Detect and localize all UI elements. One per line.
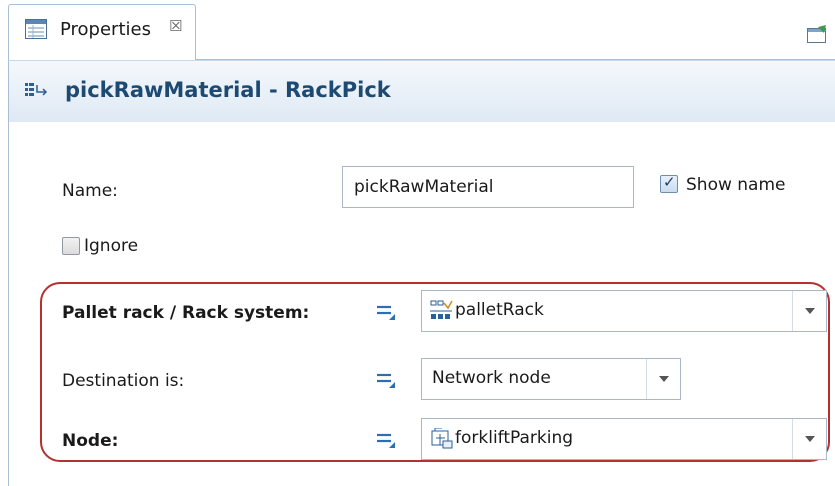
destination-value: Network node xyxy=(432,368,551,388)
name-label: Name: xyxy=(62,181,118,201)
tab-label: Properties xyxy=(60,19,151,40)
chevron-down-icon xyxy=(805,308,815,314)
view-tab-strip: Properties ☒ xyxy=(0,0,835,60)
pin-view-icon[interactable] xyxy=(806,24,828,44)
rack-value: palletRack xyxy=(455,300,544,320)
tab-properties[interactable]: Properties ☒ xyxy=(8,4,196,60)
chevron-down-icon xyxy=(659,376,669,382)
destination-label: Destination is: xyxy=(62,371,185,391)
rack-label: Pallet rack / Rack system: xyxy=(62,303,310,323)
pallet-rack-icon xyxy=(430,300,453,319)
properties-title-bar: pickRawMaterial - RackPick xyxy=(8,60,835,122)
show-name-check-box[interactable]: ✓ xyxy=(660,173,678,193)
static-value-icon[interactable] xyxy=(375,300,397,322)
name-input[interactable]: pickRawMaterial xyxy=(342,166,634,208)
show-name-label: Show name xyxy=(686,175,786,195)
rack-select[interactable]: palletRack xyxy=(421,290,827,332)
chevron-down-icon xyxy=(805,436,815,442)
close-icon[interactable]: ☒ xyxy=(169,17,182,35)
ignore-checkbox[interactable] xyxy=(62,237,80,255)
destination-select[interactable]: Network node xyxy=(421,358,681,400)
node-dropdown-button[interactable] xyxy=(792,419,826,459)
node-select[interactable]: forkliftParking xyxy=(421,418,827,460)
rack-dropdown-button[interactable] xyxy=(792,291,826,331)
block-object-icon xyxy=(25,83,48,96)
page-title: pickRawMaterial - RackPick xyxy=(65,78,391,102)
node-label: Node: xyxy=(62,431,119,451)
network-node-icon xyxy=(431,428,453,449)
static-value-icon[interactable] xyxy=(375,428,397,450)
properties-icon xyxy=(25,19,47,39)
static-value-icon[interactable] xyxy=(375,368,397,390)
show-name-checkbox[interactable]: ✓ xyxy=(660,173,678,193)
destination-dropdown-button[interactable] xyxy=(646,359,680,399)
ignore-label: Ignore xyxy=(84,236,139,256)
checkmark-icon: ✓ xyxy=(663,173,676,191)
panel-left-border xyxy=(8,122,9,486)
node-value: forkliftParking xyxy=(455,428,574,448)
